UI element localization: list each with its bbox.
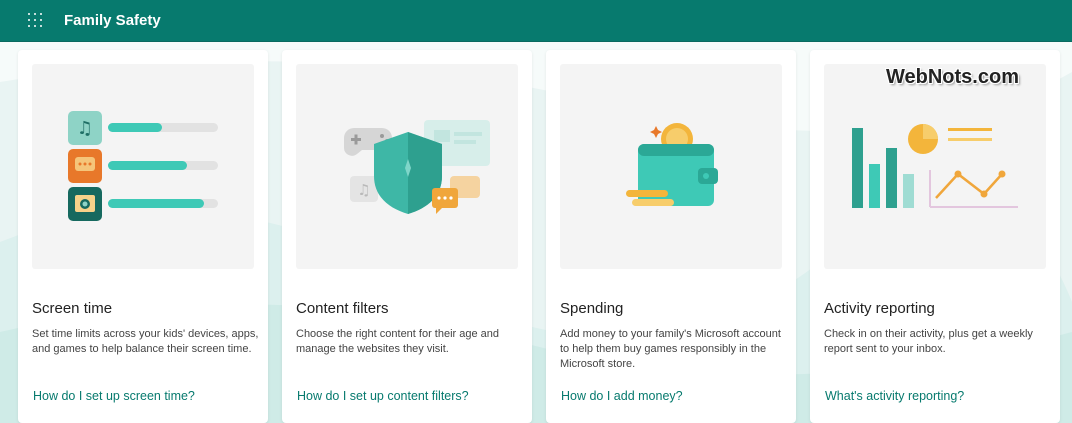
card-title: Content filters xyxy=(296,300,389,317)
card-activity-reporting: Activity reporting Check in on their act… xyxy=(810,50,1060,423)
card-screen-time: ♫ Screen time Set time limits across you… xyxy=(18,50,268,423)
card-description: Add money to your family's Microsoft acc… xyxy=(560,328,781,370)
svg-text:♫: ♫ xyxy=(77,118,93,139)
watermark-logo: WebNots.com xyxy=(886,66,1019,88)
screen-time-illustration: ♫ xyxy=(32,64,254,269)
top-bar: Family Safety xyxy=(0,0,1072,42)
card-description: Check in on their activity, plus get a w… xyxy=(824,328,1033,355)
card-content-filters: ♫ Content filters Choose the right conte… xyxy=(282,50,532,423)
card-title: Activity reporting xyxy=(824,300,935,317)
content-filters-illustration: ♫ xyxy=(296,64,518,269)
card-description: Set time limits across your kids' device… xyxy=(32,328,259,355)
line-chart-icon xyxy=(935,172,1003,199)
activity-reporting-illustration xyxy=(824,64,1046,269)
spending-help-link[interactable]: How do I add money? xyxy=(561,389,683,403)
svg-text:♫: ♫ xyxy=(357,181,370,199)
card-spending: Spending Add money to your family's Micr… xyxy=(546,50,796,423)
app-title[interactable]: Family Safety xyxy=(64,12,161,29)
card-title: Spending xyxy=(560,300,624,317)
card-title: Screen time xyxy=(32,300,113,317)
screen-time-help-link[interactable]: How do I set up screen time? xyxy=(33,389,195,403)
activity-reporting-help-link[interactable]: What's activity reporting? xyxy=(825,389,964,403)
bar-chart-icon xyxy=(852,128,863,208)
card-description: Choose the right content for their age a… xyxy=(296,328,500,355)
spending-illustration xyxy=(560,64,782,269)
content-filters-help-link[interactable]: How do I set up content filters? xyxy=(297,389,469,403)
waffle-icon[interactable] xyxy=(28,13,42,27)
